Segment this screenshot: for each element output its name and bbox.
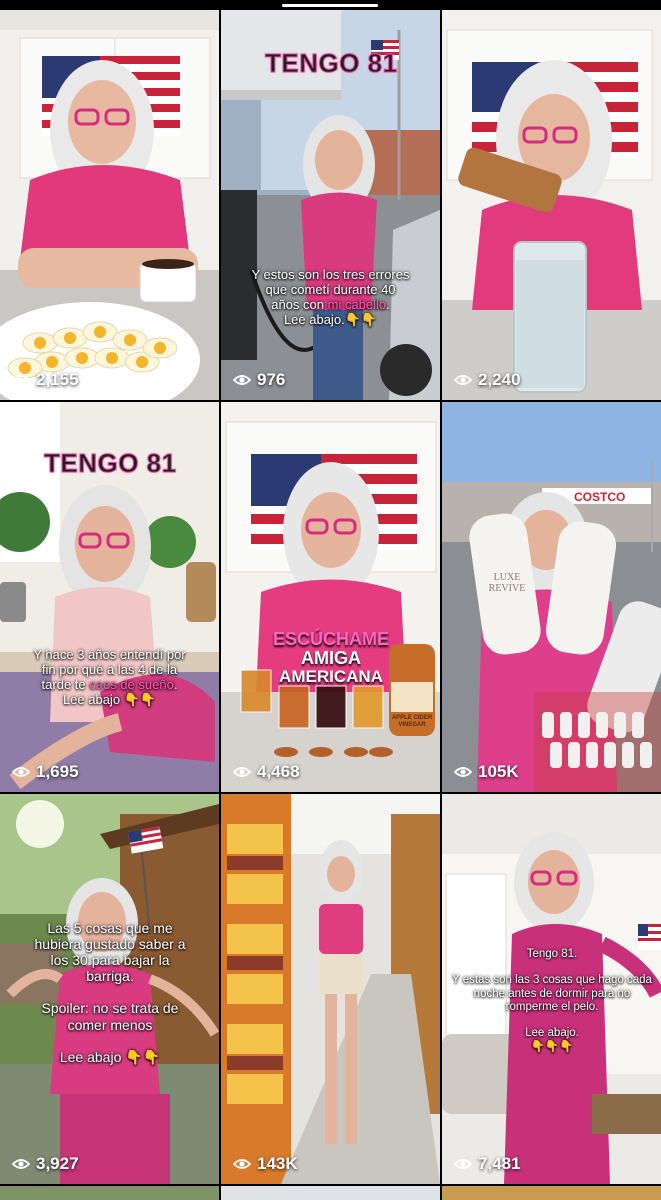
view-count: 3,927: [12, 1154, 79, 1174]
view-count: 4,468: [233, 762, 300, 782]
overlay-title: ESCÚCHAME AMIGA AMERICANA: [261, 630, 401, 686]
tile-caption: Tengo 81. Y estas son las 3 cosas que ha…: [452, 948, 652, 1053]
tile-caption: Y estos son los tres errores que cometí …: [229, 267, 432, 328]
view-count-text: 1,695: [36, 762, 79, 781]
video-tile-7[interactable]: Las 5 cosas que me hubiera gustado saber…: [0, 794, 219, 1184]
thumbnail-kitchen-eggs: [0, 10, 219, 400]
video-tile-9[interactable]: Tengo 81. Y estas son las 3 cosas que ha…: [442, 794, 661, 1184]
view-count: 1,695: [12, 762, 79, 782]
view-count: 2,155: [12, 370, 79, 390]
video-tile-11[interactable]: [221, 1186, 440, 1200]
view-count-text: 7,481: [478, 1154, 521, 1173]
eye-icon: [454, 767, 472, 777]
view-count: 105K: [454, 762, 519, 782]
video-tile-1[interactable]: 2,155: [0, 10, 219, 400]
view-count: 7,481: [454, 1154, 521, 1174]
video-tile-4[interactable]: TENGO 81 Y hace 3 años entendí por fin p…: [0, 402, 219, 792]
eye-icon: [12, 375, 30, 385]
video-tile-10[interactable]: [0, 1186, 219, 1200]
video-tile-2[interactable]: TENGO 81 Y estos son los tres errores qu…: [221, 10, 440, 400]
thumbnail-cinnamon-water: [442, 10, 661, 400]
thumbnail-warehouse-aisle: [221, 794, 440, 1184]
eye-icon: [12, 767, 30, 777]
video-tile-12[interactable]: [442, 1186, 661, 1200]
eye-icon: [12, 1159, 30, 1169]
store-sign: COSTCO: [574, 490, 626, 504]
overlay-line: ESCÚCHAME: [272, 629, 389, 649]
video-tile-3[interactable]: 2,240: [442, 10, 661, 400]
view-count: 976: [233, 370, 285, 390]
eye-icon: [233, 767, 251, 777]
view-count-text: 3,927: [36, 1154, 79, 1173]
video-grid: 2,155 TENGO 81 Y estos son los tres erro…: [0, 10, 661, 1200]
view-count-text: 143K: [257, 1154, 298, 1173]
tile-title: TENGO 81: [265, 48, 398, 79]
vinegar-label: APPLE CIDER VINEGAR: [391, 715, 433, 728]
eye-icon: [233, 1159, 251, 1169]
video-tile-6[interactable]: COSTCO LUXE REVIVE 105K: [442, 402, 661, 792]
video-tile-5[interactable]: ESCÚCHAME AMIGA AMERICANA APPLE CIDER VI…: [221, 402, 440, 792]
view-count-text: 4,468: [257, 762, 300, 781]
eye-icon: [233, 375, 251, 385]
overlay-line: AMIGA: [301, 647, 361, 668]
eye-icon: [454, 375, 472, 385]
thumbnail-vinegar-drinks: [221, 402, 440, 792]
video-tile-8[interactable]: 143K: [221, 794, 440, 1184]
view-count-text: 105K: [478, 762, 519, 781]
view-count-text: 2,240: [478, 370, 521, 389]
tile-caption: Las 5 cosas que me hubiera gustado saber…: [34, 920, 186, 1065]
tile-title: TENGO 81: [44, 448, 177, 479]
caption-highlight: caes de sueño: [89, 676, 174, 692]
thumbnail-costco-shampoo: [442, 402, 661, 792]
overlay-line: AMERICANA: [279, 666, 383, 686]
view-count-text: 2,155: [36, 370, 79, 389]
bottle-label: LUXE REVIVE: [488, 572, 526, 594]
view-count: 2,240: [454, 370, 521, 390]
grid-tab-indicator: [282, 4, 378, 7]
eye-icon: [454, 1159, 472, 1169]
caption-highlight: mi cabello: [327, 296, 387, 312]
view-count-text: 976: [257, 370, 286, 389]
view-count: 143K: [233, 1154, 298, 1174]
tile-caption: Y hace 3 años entendí por fin por qué a …: [8, 647, 211, 708]
status-strip: [0, 0, 661, 10]
